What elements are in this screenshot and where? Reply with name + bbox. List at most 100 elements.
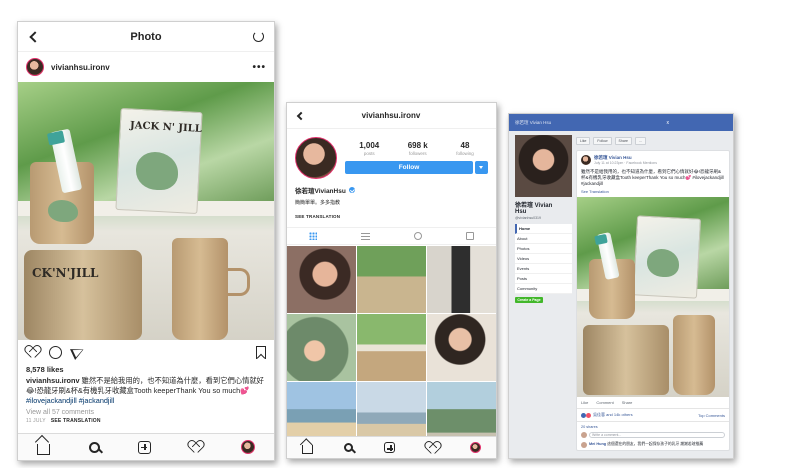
comment-icon[interactable] — [49, 345, 62, 359]
grid-view-icon[interactable] — [309, 232, 317, 240]
caption-username[interactable]: vivianhsu.ironv — [26, 376, 80, 385]
avatar[interactable] — [26, 58, 44, 76]
photo-nav-bar: Photo — [18, 22, 274, 52]
location-icon[interactable] — [414, 232, 422, 240]
page-main-column: Like Follow Share ... 徐若瑄 Vivian Hsu Jul… — [576, 135, 730, 451]
comment-input[interactable]: Write a comment... — [589, 432, 725, 438]
post-author-avatar[interactable] — [581, 155, 591, 165]
home-icon[interactable] — [37, 443, 51, 455]
post-header: 徐若瑄 Vivian Hsu July 11 at 10:23pm · Face… — [577, 151, 729, 169]
menu-item-posts[interactable]: Posts — [515, 274, 572, 284]
activity-heart-icon[interactable] — [189, 441, 202, 453]
profile-display-name-row: 徐若瑄VivianHsu — [287, 179, 496, 195]
post-photo[interactable] — [577, 197, 729, 397]
post-like-button[interactable]: Like — [581, 400, 588, 405]
instagram-profile-screenshot: vivianhsu.ironv 1,004 posts 698 k follow… — [286, 102, 497, 459]
page-action-buttons: Like Follow Share ... — [576, 135, 730, 147]
add-post-icon[interactable] — [383, 442, 395, 453]
see-translation-link[interactable]: SEE TRANSLATION — [287, 206, 496, 219]
menu-item-community[interactable]: Community — [515, 284, 572, 294]
profile-nav-bar: vivianhsu.ironv — [287, 103, 496, 129]
profile-avatar[interactable] — [295, 137, 337, 179]
commenter-name[interactable]: Mei Hung — [589, 442, 606, 446]
reactions-text[interactable]: 吳佳蓉 and 14k others — [593, 412, 633, 418]
profile-username-title: vivianhsu.ironv — [361, 111, 421, 120]
stat-following[interactable]: 48 following — [456, 141, 474, 156]
menu-item-videos[interactable]: Videos — [515, 254, 572, 264]
menu-item-about[interactable]: About — [515, 234, 572, 244]
stat-followers-number: 698 k — [407, 141, 428, 150]
bottom-tab-bar — [18, 433, 274, 460]
page-name: 徐若瑄 Vivian Hsu — [515, 200, 572, 215]
post-timestamp[interactable]: July 11 at 10:23pm · Facebook Mentions — [594, 161, 657, 165]
suggested-dropdown-button[interactable] — [475, 161, 488, 174]
profile-header: 1,004 posts 698 k followers 48 following… — [287, 129, 496, 179]
bottom-tab-bar — [287, 436, 496, 458]
grid-photo[interactable] — [287, 246, 356, 313]
see-translation-link[interactable]: SEE TRANSLATION — [51, 418, 101, 424]
bookmark-icon[interactable] — [256, 345, 266, 359]
love-reaction-icon — [586, 412, 591, 418]
top-comments-toggle[interactable]: Top Comments — [698, 413, 725, 418]
heart-icon[interactable] — [26, 346, 39, 358]
verified-badge-icon — [348, 187, 355, 193]
facebook-page-screenshot: 徐若瑄 Vivian Hsu x 徐若瑄 Vivian Hsu @vivianh… — [508, 113, 734, 459]
post-comment-button[interactable]: Comment — [596, 400, 613, 405]
page-like-button[interactable]: Like — [576, 137, 591, 145]
stat-followers[interactable]: 698 k followers — [408, 141, 428, 156]
home-icon[interactable] — [302, 445, 314, 454]
stat-posts[interactable]: 1,004 posts — [359, 141, 379, 156]
follow-row: Follow — [345, 161, 488, 174]
add-post-icon[interactable] — [137, 440, 151, 454]
page-more-button[interactable]: ... — [634, 137, 646, 145]
grid-photo[interactable] — [357, 246, 426, 313]
activity-heart-icon[interactable] — [426, 442, 439, 454]
profile-avatar-tab[interactable] — [469, 442, 481, 453]
list-view-icon[interactable] — [361, 232, 370, 240]
search-icon[interactable] — [344, 443, 354, 452]
shares-count[interactable]: 20 shares — [577, 422, 729, 430]
page-profile-picture[interactable] — [515, 135, 572, 197]
grid-photo[interactable] — [427, 246, 496, 313]
share-icon[interactable] — [70, 344, 86, 360]
commenter-avatar[interactable] — [581, 442, 587, 448]
comment-text: 這個還在的朋友，我們一起保存孩子的乳牙 謝謝若瑄推薦 — [606, 442, 704, 446]
back-chevron-icon[interactable] — [29, 30, 41, 43]
menu-item-home[interactable]: Home — [515, 224, 572, 234]
search-icon[interactable] — [88, 441, 100, 453]
profile-avatar-tab[interactable] — [240, 440, 255, 454]
more-options-icon[interactable]: ••• — [252, 62, 266, 73]
see-translation-link[interactable]: See Translation — [577, 187, 729, 197]
grid-photo[interactable] — [357, 314, 426, 381]
post-share-button[interactable]: Share — [622, 400, 633, 405]
close-icon[interactable]: x — [667, 120, 670, 126]
page-name-line1: 徐若瑄 Vivian — [515, 203, 553, 209]
create-page-button[interactable]: Create a Page — [515, 297, 543, 303]
page-follow-button[interactable]: Follow — [593, 137, 612, 145]
stat-posts-label: posts — [363, 151, 375, 156]
comment-item: Mei Hung 這個還在的朋友，我們一起保存孩子的乳牙 謝謝若瑄推薦 — [577, 440, 729, 450]
caption-hashtags[interactable]: #ilovejackandjill #jackandjill — [26, 396, 114, 405]
page-share-button[interactable]: Share — [614, 137, 632, 145]
follow-button[interactable]: Follow — [345, 161, 473, 174]
grid-photo[interactable] — [287, 314, 356, 381]
reload-icon[interactable] — [252, 31, 264, 42]
post-action-bar: Like Comment Share — [577, 397, 729, 409]
comment-input-row: Write a comment... — [577, 430, 729, 440]
page-sidebar: 徐若瑄 Vivian Hsu @vivianhsu0319 Home About… — [515, 135, 572, 451]
instagram-photo-screenshot: Photo vivianhsu.ironv ••• JACK N' JILL C… — [17, 21, 275, 461]
post-photo[interactable]: JACK N' JILL CK'N'JILL — [18, 82, 274, 340]
page-handle[interactable]: @vivianhsu0319 — [515, 216, 572, 220]
post-username[interactable]: vivianhsu.ironv — [51, 63, 252, 72]
view-all-comments-link[interactable]: View all 57 comments — [18, 406, 274, 416]
likes-count[interactable]: 8,578 likes — [18, 365, 274, 374]
grid-photo[interactable] — [427, 314, 496, 381]
profile-view-tabs — [287, 227, 496, 245]
post-header: vivianhsu.ironv ••• — [18, 52, 274, 82]
menu-item-photos[interactable]: Photos — [515, 244, 572, 254]
profile-bio: 簡簡單單。多多指教 — [295, 200, 341, 206]
menu-item-events[interactable]: Events — [515, 264, 572, 274]
tagged-photos-icon[interactable] — [466, 232, 474, 240]
facebook-body: 徐若瑄 Vivian Hsu @vivianhsu0319 Home About… — [509, 131, 733, 451]
profile-photo-grid — [287, 245, 496, 449]
